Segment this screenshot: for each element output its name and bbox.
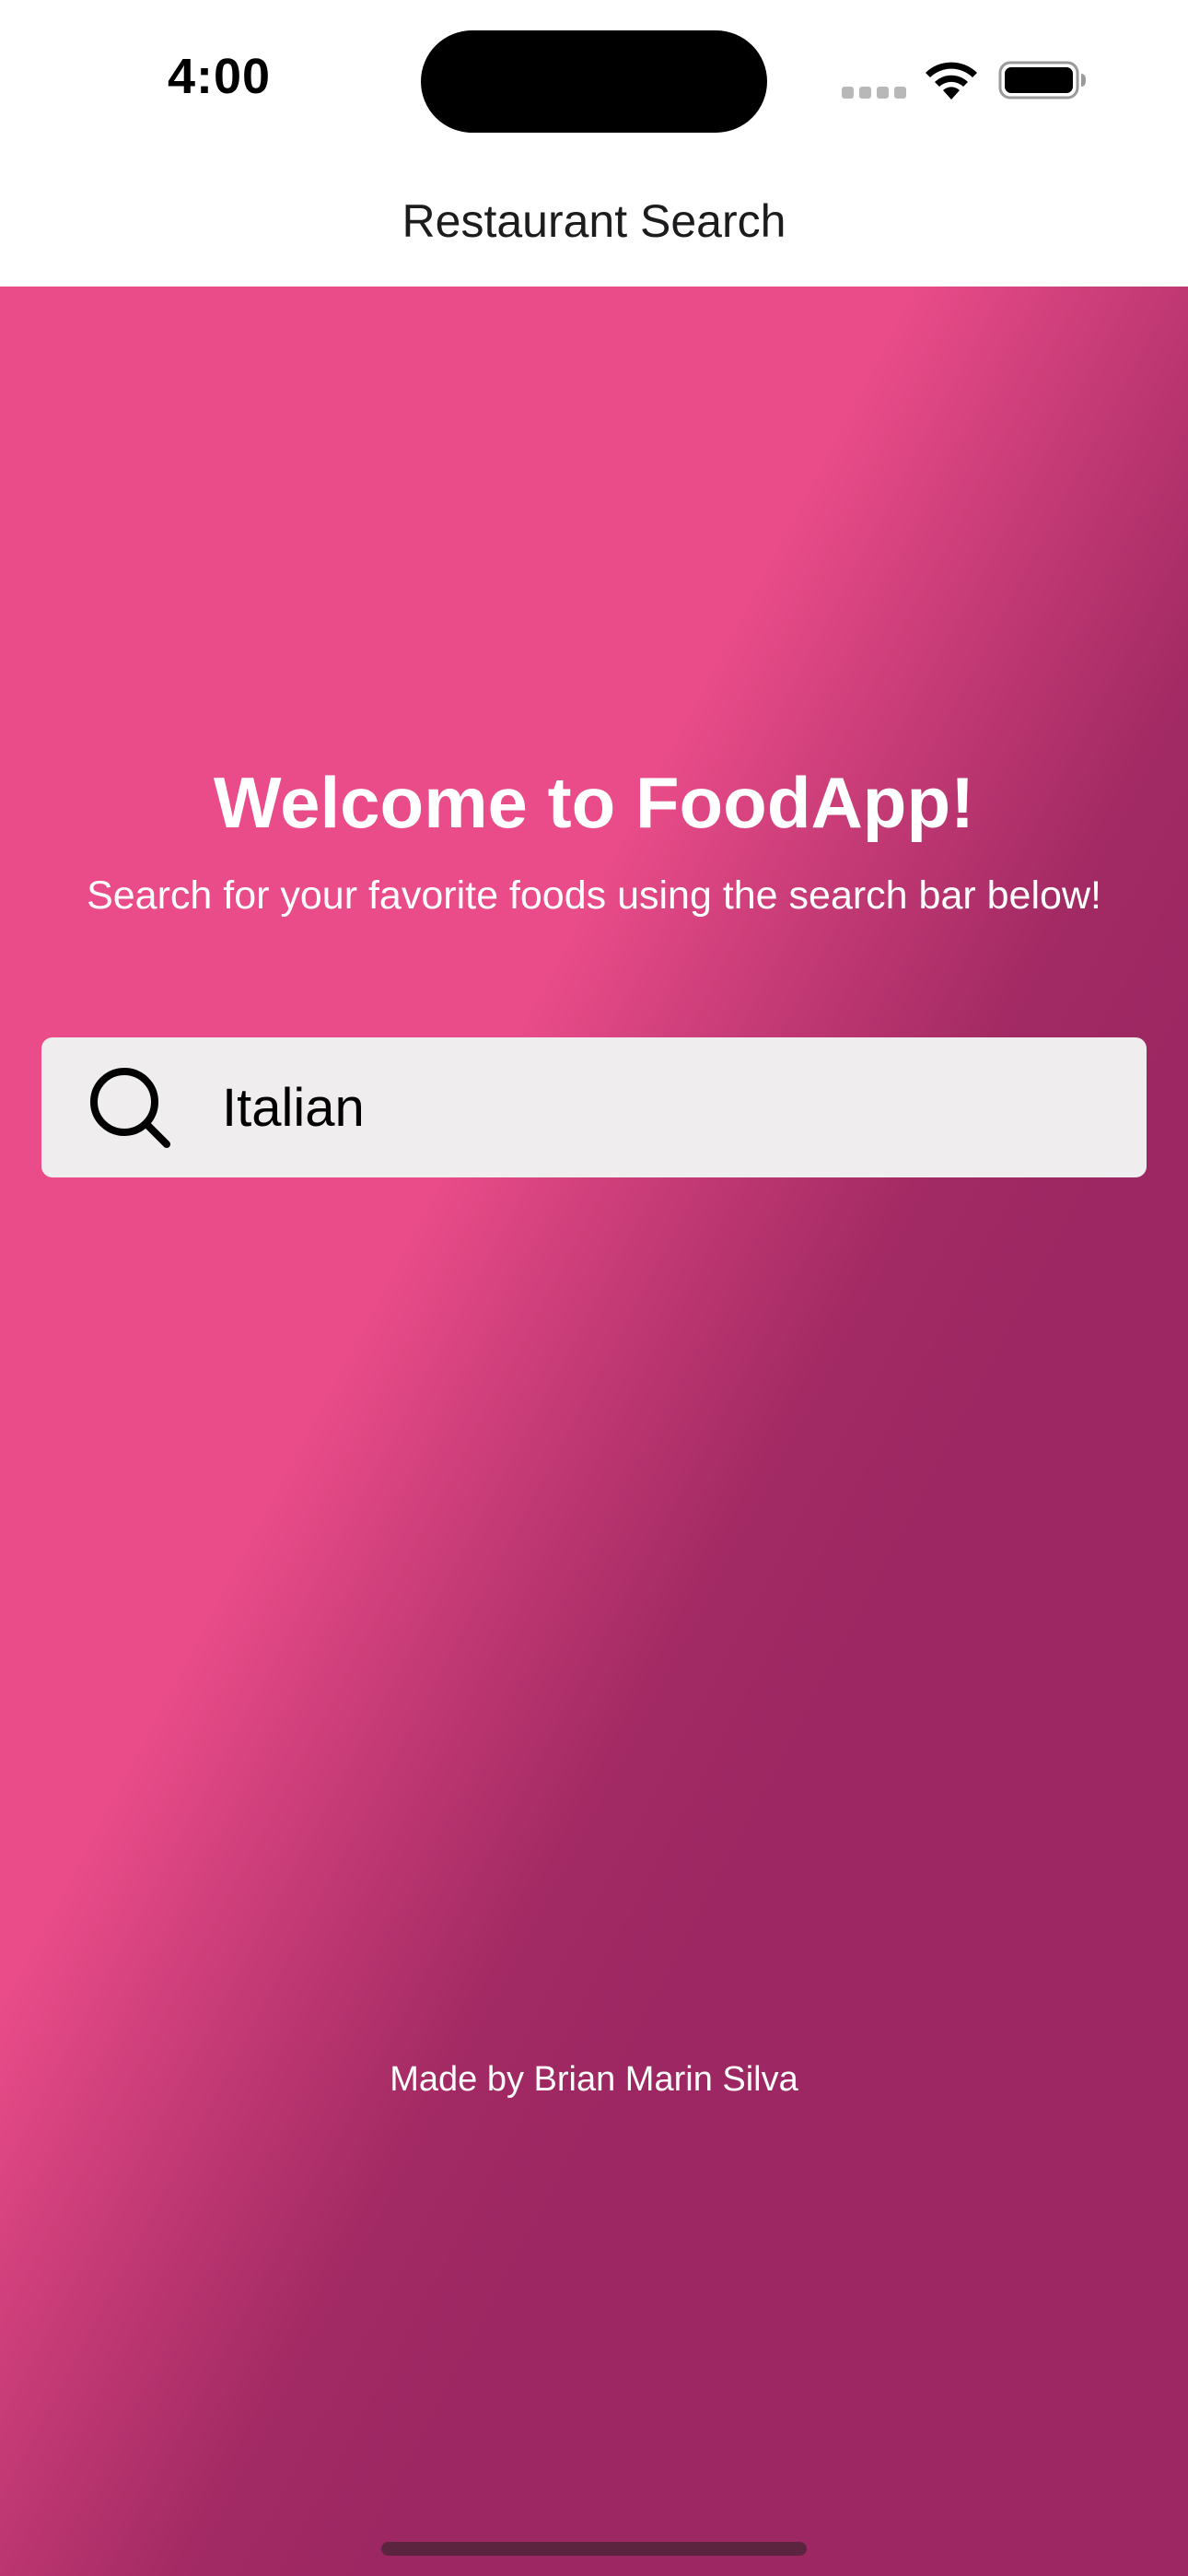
search-input[interactable]	[222, 1037, 1106, 1177]
dynamic-island	[421, 30, 767, 133]
footer-credit: Made by Brian Marin Silva	[390, 2060, 798, 2099]
wifi-icon	[926, 62, 977, 100]
home-indicator[interactable]	[381, 2542, 807, 2556]
battery-icon	[998, 61, 1086, 100]
status-time: 4:00	[168, 49, 272, 104]
welcome-subtitle: Search for your favorite foods using the…	[87, 873, 1101, 918]
search-icon[interactable]	[87, 1065, 174, 1152]
nav-title: Restaurant Search	[402, 195, 786, 247]
search-bar[interactable]	[41, 1037, 1147, 1177]
status-bar: 4:00	[0, 0, 1188, 161]
welcome-title: Welcome to FoodApp!	[213, 762, 975, 843]
gradient-content: Welcome to FoodApp! Search for your favo…	[0, 287, 1188, 2576]
cellular-signal-icon	[842, 87, 906, 100]
navigation-bar: Restaurant Search	[0, 161, 1188, 287]
app-screen: 4:00 Restaurant Search Welcome to FoodAp…	[0, 0, 1188, 2576]
